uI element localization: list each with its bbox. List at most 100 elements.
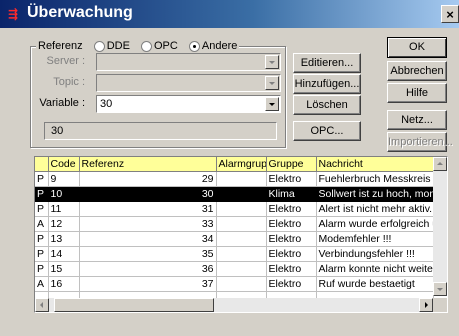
column-header[interactable]: Referenz (79, 157, 217, 172)
referenz-legend: Referenz DDE OPC Andere (36, 39, 240, 53)
table-cell (216, 216, 267, 232)
table-row[interactable]: P 9 29 Elektro Fuehlerbruch Messkreis 1 (35, 171, 434, 187)
dialog-window: ⇶ Überwachung × Referenz DDE OPC Andere … (0, 0, 459, 336)
table-row[interactable]: P 14 35 Elektro Verbindungsfehler !!! (35, 246, 434, 262)
topic-dropdown-icon[interactable] (265, 76, 279, 90)
table-cell (216, 276, 267, 292)
column-header[interactable]: Alarmgruppe (216, 157, 267, 172)
radio-opc-label[interactable]: OPC (154, 39, 178, 53)
radio-andere-label[interactable]: Andere (202, 39, 237, 53)
table-cell: 11 (48, 201, 80, 217)
table-cell: 29 (79, 171, 217, 187)
table-cell: 33 (79, 216, 217, 232)
table-cell: 34 (79, 231, 217, 247)
variable-label: Variable : (39, 97, 85, 109)
variable-combo[interactable]: 30 (96, 95, 281, 113)
table-cell: Elektro (266, 171, 317, 187)
loeschen-button[interactable]: Löschen (293, 95, 361, 115)
table-cell: P (35, 261, 49, 277)
table-cell: Verbindungsfehler !!! (316, 246, 434, 262)
hinzufuegen-button[interactable]: Hinzufügen... (293, 74, 361, 94)
server-label: Server : (46, 55, 85, 67)
topic-combo[interactable] (96, 74, 281, 92)
column-header[interactable]: Gruppe (266, 157, 317, 172)
table-cell: Alarm konnte nicht weitergeleitet (316, 261, 434, 277)
alarm-table[interactable]: Code Referenz Alarmgruppe Gruppe Nachric… (34, 156, 448, 313)
scroll-right-icon[interactable] (419, 298, 433, 312)
table-cell: Klima (266, 186, 317, 202)
table-cell: A (35, 216, 49, 232)
table-row-selected[interactable]: P 10 30 Klima Sollwert ist zu hoch, mome… (35, 186, 434, 202)
table-cell: 31 (79, 201, 217, 217)
radio-opc[interactable] (141, 40, 152, 52)
table-row[interactable]: A 12 33 Elektro Alarm wurde erfolgreich … (35, 216, 434, 232)
table-cell: 12 (48, 216, 80, 232)
table-row[interactable]: A 16 37 Elektro Ruf wurde bestaetigt (35, 276, 434, 292)
table-cell: 9 (48, 171, 80, 187)
scroll-up-icon[interactable] (433, 157, 447, 171)
server-dropdown-icon[interactable] (265, 55, 279, 69)
table-cell (216, 171, 267, 187)
preview-field: 30 (44, 122, 277, 140)
scrollbar-corner (433, 298, 447, 312)
table-cell: Elektro (266, 231, 317, 247)
table-cell: 16 (48, 276, 80, 292)
table-cell (216, 231, 267, 247)
table-cell: A (35, 276, 49, 292)
radio-andere[interactable] (188, 40, 200, 52)
table-cell: 35 (79, 246, 217, 262)
table-cell: 36 (79, 261, 217, 277)
table-cell (216, 201, 267, 217)
ok-button[interactable]: OK (387, 37, 447, 58)
table-cell: Sollwert ist zu hoch, momentan (316, 186, 434, 202)
netz-button[interactable]: Netz... (387, 110, 447, 130)
scroll-down-icon[interactable] (433, 282, 447, 296)
table-cell: 30 (79, 186, 217, 202)
radio-dde-label[interactable]: DDE (107, 39, 130, 53)
scroll-thumb[interactable] (54, 298, 214, 312)
table-cell: 13 (48, 231, 80, 247)
close-button[interactable]: × (441, 5, 459, 23)
table-cell: P (35, 186, 49, 202)
table-cell: P (35, 201, 49, 217)
table-cell: Alarm wurde erfolgreich uebertragen (316, 216, 434, 232)
column-header[interactable]: Code (48, 157, 80, 172)
scroll-left-icon[interactable] (35, 298, 49, 312)
editieren-button[interactable]: Editieren... (293, 53, 361, 73)
table-cell: Elektro (266, 246, 317, 262)
variable-dropdown-icon[interactable] (265, 97, 279, 111)
referenz-label: Referenz (38, 40, 83, 53)
table-cell: 14 (48, 246, 80, 262)
table-cell: P (35, 246, 49, 262)
table-cell (216, 261, 267, 277)
close-icon: × (446, 7, 454, 22)
table-cell (216, 246, 267, 262)
table-cell (216, 186, 267, 202)
column-header[interactable]: Nachricht (316, 157, 434, 172)
table-row[interactable]: P 11 31 Elektro Alert ist nicht mehr akt… (35, 201, 434, 217)
table-row[interactable]: P 13 34 Elektro Modemfehler !!! (35, 231, 434, 247)
importieren-button[interactable]: Importieren... (387, 132, 453, 152)
hilfe-button[interactable]: Hilfe (387, 83, 447, 103)
table-row[interactable]: P 15 36 Elektro Alarm konnte nicht weite… (35, 261, 434, 277)
table-cell: Elektro (266, 276, 317, 292)
vertical-scrollbar[interactable] (433, 157, 447, 296)
table-cell: P (35, 231, 49, 247)
table-cell: Alert ist nicht mehr aktiv. Keine (316, 201, 434, 217)
table-cell: 15 (48, 261, 80, 277)
title-bar[interactable]: ⇶ Überwachung × (0, 0, 459, 28)
table-cell: Elektro (266, 201, 317, 217)
column-header[interactable] (35, 157, 49, 172)
alarm-table-body: Code Referenz Alarmgruppe Gruppe Nachric… (35, 157, 434, 307)
table-cell: Elektro (266, 216, 317, 232)
abbrechen-button[interactable]: Abbrechen (387, 61, 447, 81)
table-cell: 37 (79, 276, 217, 292)
horizontal-scrollbar[interactable] (35, 298, 433, 312)
table-cell: P (35, 171, 49, 187)
server-combo[interactable] (96, 53, 281, 71)
topic-label: Topic : (53, 76, 85, 88)
table-cell: Elektro (266, 261, 317, 277)
opc-button[interactable]: OPC... (293, 121, 361, 141)
radio-dde[interactable] (93, 40, 105, 52)
table-header-row: Code Referenz Alarmgruppe Gruppe Nachric… (35, 157, 434, 172)
